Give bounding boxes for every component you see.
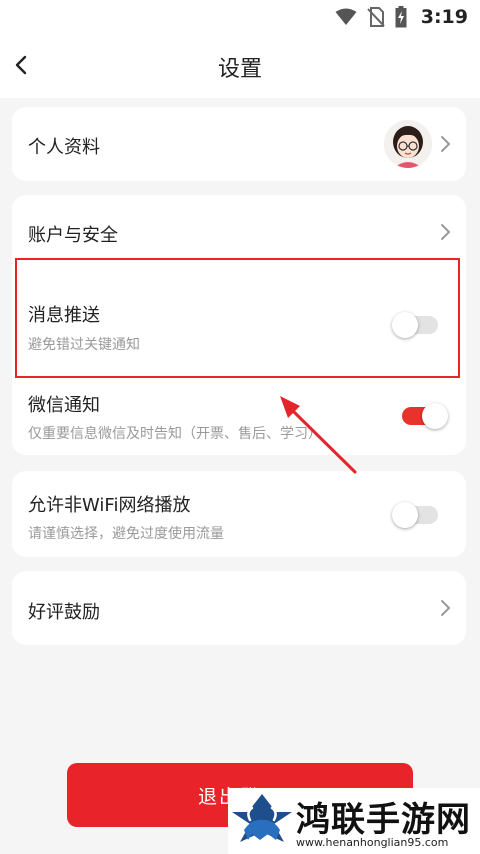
page-title: 设置 bbox=[217, 57, 262, 82]
annotation-arrow-icon bbox=[280, 396, 357, 474]
rate-label: 好评鼓励 bbox=[28, 602, 100, 623]
non-wifi-card: 允许非WiFi网络播放 请谨慎选择，避免过度使用流量 bbox=[12, 471, 466, 557]
push-subtitle: 避免错过关键通知 bbox=[28, 337, 140, 353]
watermark: 鸿联手游网 www.henanhonglian95.com bbox=[228, 788, 480, 854]
push-row: 消息推送 避免错过关键通知 bbox=[12, 283, 466, 375]
non-wifi-toggle[interactable] bbox=[392, 502, 438, 528]
header: 设置 bbox=[0, 34, 480, 98]
chevron-right-icon bbox=[441, 136, 450, 152]
watermark-title: 鸿联手游网 bbox=[296, 800, 471, 840]
wechat-label: 微信通知 bbox=[28, 395, 100, 416]
non-wifi-subtitle: 请谨慎选择，避免过度使用流量 bbox=[28, 526, 224, 542]
push-toggle[interactable] bbox=[392, 312, 438, 338]
profile-label: 个人资料 bbox=[28, 137, 100, 158]
chevron-right-icon bbox=[441, 600, 450, 616]
status-icons: 3:19 bbox=[335, 4, 468, 30]
toggle-knob bbox=[392, 502, 418, 528]
toggle-knob bbox=[392, 312, 418, 338]
bull-logo-icon bbox=[232, 794, 292, 842]
account-row[interactable]: 账户与安全 bbox=[12, 195, 466, 271]
wechat-toggle[interactable] bbox=[402, 403, 448, 429]
profile-card[interactable]: 个人资料 bbox=[12, 107, 466, 181]
chevron-right-icon bbox=[441, 224, 450, 240]
wechat-row: 微信通知 仅重要信息微信及时告知（开票、售后、学习） bbox=[12, 375, 466, 455]
status-bar: 3:19 bbox=[0, 0, 480, 34]
non-wifi-label: 允许非WiFi网络播放 bbox=[28, 495, 191, 516]
account-label: 账户与安全 bbox=[28, 225, 118, 246]
account-card: 账户与安全 消息推送 避免错过关键通知 微信通知 仅重要信息微信及时告知（开票、… bbox=[12, 195, 466, 455]
watermark-url: www.henanhonglian95.com bbox=[296, 836, 449, 849]
status-time: 3:19 bbox=[420, 6, 468, 28]
push-label: 消息推送 bbox=[28, 305, 100, 326]
wifi-icon bbox=[335, 8, 357, 25]
rate-card[interactable]: 好评鼓励 bbox=[12, 571, 466, 645]
no-sim-icon bbox=[367, 7, 385, 27]
battery-charging-icon bbox=[395, 6, 407, 28]
toggle-knob bbox=[422, 403, 448, 429]
avatar[interactable] bbox=[384, 120, 432, 168]
